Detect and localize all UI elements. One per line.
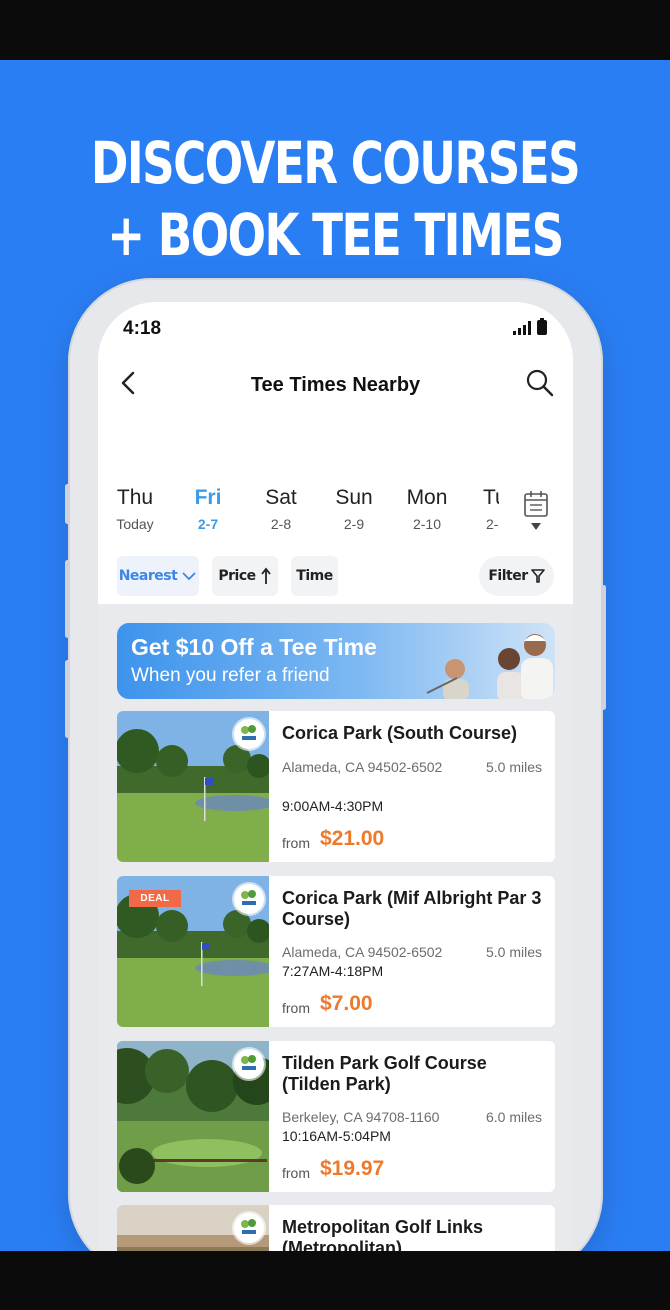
volume-up-button xyxy=(65,560,70,638)
course-price: $21.00 xyxy=(320,827,385,850)
golfers-photo xyxy=(426,634,553,699)
date-value-label: 2- xyxy=(486,516,499,532)
price-from-label: from xyxy=(282,835,310,851)
volume-down-button xyxy=(65,660,70,738)
price-from-label: from xyxy=(282,1000,310,1016)
course-distance: 5.0 miles xyxy=(485,759,542,775)
search-icon[interactable] xyxy=(525,368,555,398)
deal-badge: DEAL xyxy=(129,890,181,907)
date-selector: Thu Today Fri 2-7 Sat 2-8 Sun 2-9 Mon 2-… xyxy=(98,486,573,546)
date-day-label: Sun xyxy=(335,486,373,509)
course-name: Corica Park (Mif Albright Par 3 Course) xyxy=(282,888,542,929)
youth-on-course-logo xyxy=(234,1049,264,1079)
date-day-label: Sat xyxy=(265,486,297,509)
status-time: 4:18 xyxy=(123,318,162,339)
course-hours: 7:27AM-4:18PM xyxy=(282,963,384,979)
course-name: Tilden Park Golf Course (Tilden Park) xyxy=(282,1053,487,1094)
promo-title: Get $10 Off a Tee Time xyxy=(131,634,377,660)
date-value-label: 2-10 xyxy=(412,516,442,532)
power-button xyxy=(601,585,606,710)
status-icons xyxy=(513,318,547,335)
filter-icon xyxy=(530,569,545,583)
date-mon[interactable]: Mon 2-10 xyxy=(392,486,462,532)
date-value-label: 2-9 xyxy=(343,516,365,532)
date-day-label: Tu xyxy=(483,486,499,509)
bottom-letterbox xyxy=(0,1251,670,1310)
mute-switch xyxy=(65,484,70,524)
promo-subtitle: When you refer a friend xyxy=(131,665,330,686)
course-hours: 10:16AM-5:04PM xyxy=(282,1128,391,1144)
referral-promo-banner[interactable]: Get $10 Off a Tee Time When you refer a … xyxy=(117,623,555,699)
filter-button[interactable]: Filter xyxy=(479,556,554,596)
price-from-label: from xyxy=(282,1165,310,1181)
date-value-label: Today xyxy=(116,516,154,532)
sort-price-label: Price xyxy=(218,568,256,584)
date-day-label: Fri xyxy=(194,486,222,509)
course-distance: 5.0 miles xyxy=(485,944,542,960)
sort-time-label: Time xyxy=(296,568,333,584)
headline-line-2: + BOOK TEE TIMES xyxy=(107,201,564,269)
signal-icon xyxy=(513,321,531,335)
arrow-up-icon xyxy=(260,567,271,584)
sort-time-button[interactable]: Time xyxy=(291,556,338,596)
youth-on-course-logo xyxy=(234,719,264,749)
course-price: $19.97 xyxy=(320,1157,385,1180)
course-card[interactable]: Corica Park (South Course) Alameda, CA 9… xyxy=(117,711,555,862)
chevron-down-icon xyxy=(182,572,196,581)
calendar-icon[interactable] xyxy=(522,489,552,533)
course-distance: 6.0 miles xyxy=(485,1109,542,1125)
page-title: Tee Times Nearby xyxy=(250,374,421,396)
date-value-label: 2-7 xyxy=(197,516,219,532)
youth-on-course-logo xyxy=(234,1213,264,1243)
sort-nearest-button[interactable]: Nearest xyxy=(117,556,199,596)
headline-line-1: DISCOVER COURSES xyxy=(90,129,581,197)
course-price: $7.00 xyxy=(320,992,373,1015)
course-card[interactable]: DEAL Corica Park (Mif Albright Par 3 Cou… xyxy=(117,876,555,1027)
date-sat[interactable]: Sat 2-8 xyxy=(246,486,316,532)
top-letterbox xyxy=(0,0,670,60)
course-card[interactable]: Tilden Park Golf Course (Tilden Park) Be… xyxy=(117,1041,555,1192)
date-thu[interactable]: Thu Today xyxy=(100,486,170,532)
date-day-label: Thu xyxy=(116,486,154,509)
filter-label: Filter xyxy=(488,568,528,584)
youth-on-course-logo xyxy=(234,884,264,914)
course-address: Alameda, CA 94502-6502 xyxy=(282,944,443,960)
course-name: Corica Park (South Course) xyxy=(282,723,518,743)
date-sun[interactable]: Sun 2-9 xyxy=(319,486,389,532)
course-address: Berkeley, CA 94708-1160 xyxy=(282,1109,440,1125)
date-tue[interactable]: Tu 2- xyxy=(459,486,499,532)
date-day-label: Mon xyxy=(406,486,448,509)
battery-icon xyxy=(537,318,547,335)
sort-price-button[interactable]: Price xyxy=(212,556,278,596)
date-value-label: 2-8 xyxy=(270,516,292,532)
sort-nearest-label: Nearest xyxy=(118,568,178,584)
course-hours: 9:00AM-4:30PM xyxy=(282,798,384,814)
phone-screen: 4:18 Tee Times Nearby Thu Today Fri 2-7 … xyxy=(98,302,573,1262)
course-address: Alameda, CA 94502-6502 xyxy=(282,759,443,775)
date-fri[interactable]: Fri 2-7 xyxy=(173,486,243,532)
